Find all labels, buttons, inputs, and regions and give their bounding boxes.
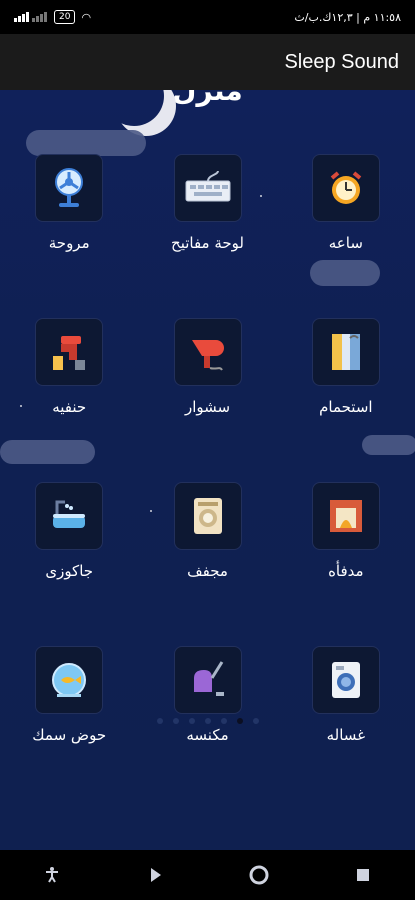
navigation-bar	[0, 850, 415, 900]
jacuzzi-icon	[35, 482, 104, 550]
tile-hair-dryer[interactable]: سشوار	[138, 318, 276, 416]
tile-shower[interactable]: استحمام	[277, 318, 415, 416]
tile-label: جاكوزى	[45, 562, 94, 580]
page-dot	[188, 718, 195, 724]
tile-fish-bowl[interactable]: حوض سمك	[0, 646, 138, 744]
tile-jacuzzi[interactable]: جاكوزى	[0, 482, 138, 580]
tile-keyboard[interactable]: لوحة مفاتيح	[138, 154, 276, 252]
shower-icon	[311, 318, 380, 386]
vacuum-icon	[173, 646, 242, 714]
tile-label: سشوار	[184, 398, 231, 416]
washing-machine-icon	[311, 646, 380, 714]
sounds-grid: ساعه لوحة مفاتيح مروحة استحمام سشوار حنف…	[0, 154, 415, 744]
tile-vacuum[interactable]: مكنسه	[138, 646, 276, 744]
tile-washing-machine[interactable]: غساله	[277, 646, 415, 744]
tile-label: مكنسه	[186, 726, 229, 744]
tile-label: مروحة	[48, 234, 90, 252]
fish-bowl-icon	[35, 646, 104, 714]
tile-label: ساعه	[328, 234, 363, 252]
signal-icon	[14, 10, 48, 25]
tile-fan[interactable]: مروحة	[0, 154, 138, 252]
hair-dryer-icon	[173, 318, 242, 386]
status-bar: 20 ◠ ١١:٥٨ م | ١٢,٣ك.ب/ث	[0, 0, 415, 34]
keyboard-icon	[173, 154, 242, 222]
tile-label: مجفف	[187, 562, 228, 580]
page-dot	[252, 718, 259, 724]
tile-fireplace[interactable]: مدفأه	[277, 482, 415, 580]
faucet-icon	[35, 318, 104, 386]
app-title: Sleep Sound	[284, 50, 399, 73]
cloud-decoration	[26, 130, 146, 156]
sounds-page[interactable]: منزل ساعه لوحة مفاتيح مروحة استحمام سشوا…	[0, 90, 415, 850]
page-dot	[156, 718, 163, 724]
app-bar: Sleep Sound	[0, 34, 415, 90]
background-title: منزل	[172, 90, 243, 107]
status-time: ١١:٥٨ م | ١٢,٣ك.ب/ث	[294, 10, 401, 24]
tile-clock[interactable]: ساعه	[277, 154, 415, 252]
home-icon[interactable]	[239, 855, 279, 895]
page-dot-active	[236, 718, 243, 724]
tile-dryer[interactable]: مجفف	[138, 482, 276, 580]
page-dot	[204, 718, 211, 724]
page-dot	[172, 718, 179, 724]
tile-label: استحمام	[319, 398, 373, 416]
back-icon[interactable]	[136, 855, 176, 895]
accessibility-icon[interactable]	[32, 855, 72, 895]
moon-decoration	[104, 90, 164, 126]
tile-label: حوض سمك	[32, 726, 107, 744]
fan-icon	[35, 154, 104, 222]
tile-label: مدفأه	[328, 562, 364, 580]
page-indicator	[0, 718, 415, 724]
tile-label: حنفيه	[52, 398, 87, 416]
tile-label: لوحة مفاتيح	[171, 234, 244, 252]
battery-icon: 20	[54, 10, 76, 24]
tile-faucet[interactable]: حنفيه	[0, 318, 138, 416]
fireplace-icon	[311, 482, 380, 550]
alarm-clock-icon	[311, 154, 380, 222]
recents-icon[interactable]	[343, 855, 383, 895]
wifi-icon: ◠	[81, 10, 92, 24]
status-left: 20 ◠	[14, 10, 91, 25]
tile-label: غساله	[326, 726, 366, 744]
page-dot	[220, 718, 227, 724]
dryer-icon	[173, 482, 242, 550]
